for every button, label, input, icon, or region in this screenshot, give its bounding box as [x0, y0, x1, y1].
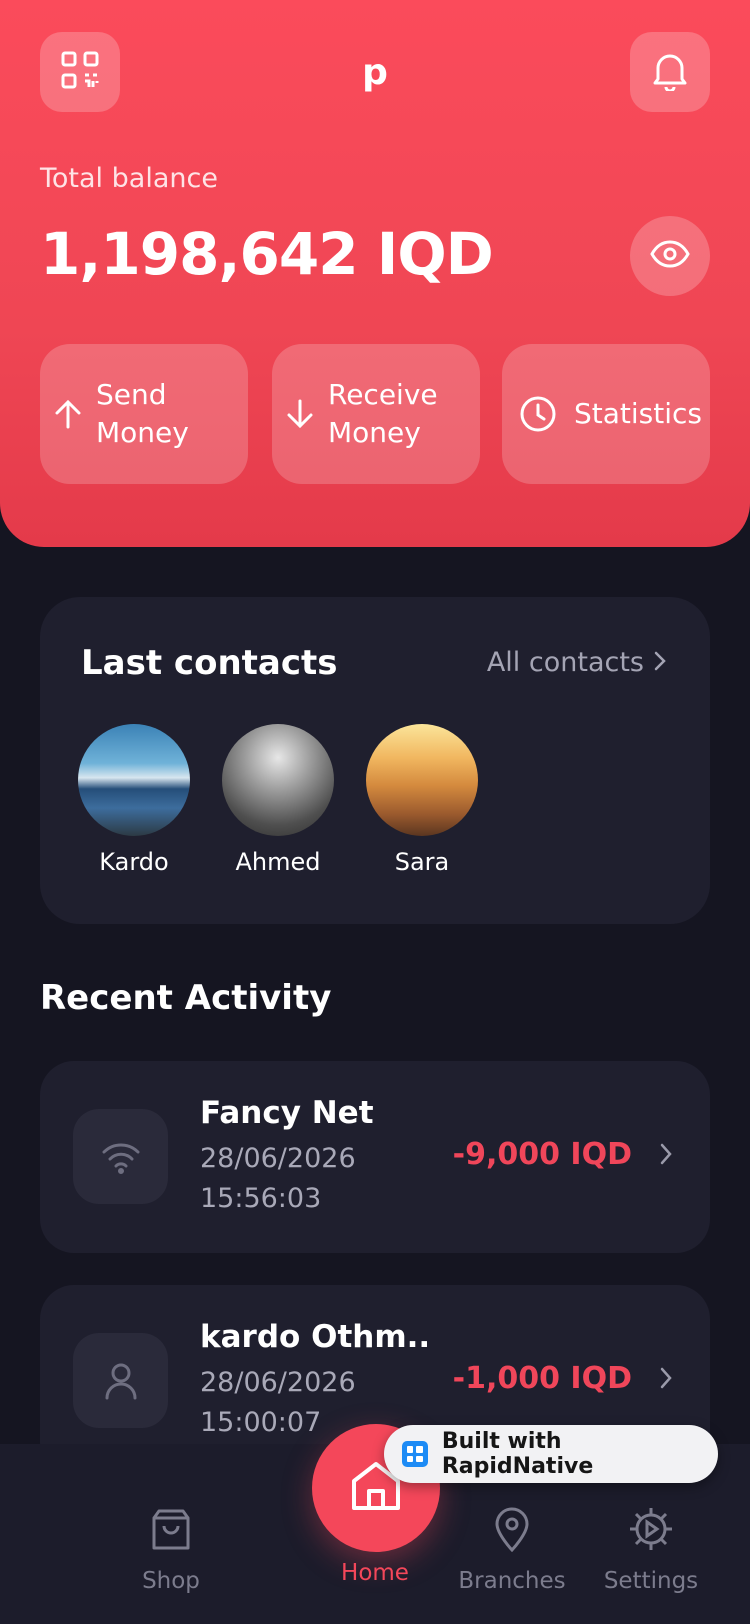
- activity-item[interactable]: Fancy Net 28/06/2026 15:56:03 -9,000 IQD: [40, 1061, 710, 1253]
- contact-name: Sara: [394, 848, 450, 876]
- chevron-right-icon: [660, 1367, 672, 1393]
- last-contacts-card: Last contacts All contacts Kardo Ahmed S…: [40, 597, 710, 924]
- last-contacts-title: Last contacts: [81, 643, 338, 683]
- clock-icon: [518, 395, 558, 433]
- activity-name: Fancy Net: [200, 1095, 374, 1131]
- nav-branches[interactable]: Branches: [442, 1500, 582, 1594]
- recent-activity-title: Recent Activity: [40, 978, 332, 1018]
- balance-header: p Total balance 1,198,642 IQD Send Money…: [0, 0, 750, 547]
- activity-amount: -1,000 IQD: [452, 1361, 632, 1396]
- all-contacts-link[interactable]: All contacts: [487, 647, 666, 678]
- contact-kardo[interactable]: Kardo: [78, 724, 190, 876]
- activity-time: 15:56:03: [200, 1183, 322, 1214]
- nav-home-label: Home: [341, 1560, 409, 1586]
- activity-name: kardo Othm...: [200, 1319, 430, 1355]
- nav-shop-label: Shop: [142, 1568, 200, 1594]
- activity-date: 28/06/2026: [200, 1367, 356, 1398]
- user-icon: [73, 1333, 168, 1428]
- statistics-label: Statistics: [574, 397, 702, 430]
- toggle-balance-visibility-button[interactable]: [630, 216, 710, 296]
- shopping-bag-icon: [101, 1500, 241, 1552]
- statistics-button[interactable]: Statistics: [502, 344, 710, 484]
- activity-time: 15:00:07: [200, 1407, 322, 1438]
- qr-code-button[interactable]: [40, 32, 120, 112]
- avatar: [366, 724, 478, 836]
- chevron-right-icon: [660, 1143, 672, 1169]
- eye-icon: [650, 240, 690, 272]
- arrow-up-icon: [48, 399, 88, 429]
- app-logo-letter: p: [362, 52, 388, 93]
- send-money-button[interactable]: Send Money: [40, 344, 248, 484]
- activity-date: 28/06/2026: [200, 1143, 356, 1174]
- qr-code-icon: [60, 50, 100, 94]
- nav-shop[interactable]: Shop: [101, 1500, 241, 1594]
- balance-label: Total balance: [40, 163, 218, 194]
- arrow-down-icon: [280, 399, 320, 429]
- gear-icon: [581, 1500, 721, 1552]
- nav-settings-label: Settings: [603, 1568, 699, 1594]
- bell-icon: [650, 49, 690, 95]
- all-contacts-label: All contacts: [486, 647, 644, 678]
- contact-name: Ahmed: [235, 848, 321, 876]
- activity-amount: -9,000 IQD: [452, 1137, 632, 1172]
- contact-name: Kardo: [99, 848, 169, 876]
- notifications-button[interactable]: [630, 32, 710, 112]
- avatar: [78, 724, 190, 836]
- contact-sara[interactable]: Sara: [366, 724, 478, 876]
- built-with-label: Built with RapidNative: [441, 1429, 594, 1479]
- nav-branches-label: Branches: [458, 1568, 566, 1594]
- chevron-right-icon: [644, 647, 666, 678]
- receive-money-label: Receive Money: [328, 378, 438, 449]
- send-money-label: Send Money: [96, 378, 189, 449]
- built-with-badge[interactable]: Built with RapidNative: [384, 1425, 718, 1483]
- nav-settings[interactable]: Settings: [581, 1500, 721, 1594]
- contact-ahmed[interactable]: Ahmed: [222, 724, 334, 876]
- map-pin-icon: [442, 1500, 582, 1552]
- rapidnative-logo-icon: [402, 1441, 428, 1467]
- avatar: [222, 724, 334, 836]
- wifi-icon: [73, 1109, 168, 1204]
- balance-value: 1,198,642 IQD: [40, 220, 494, 288]
- receive-money-button[interactable]: Receive Money: [272, 344, 480, 484]
